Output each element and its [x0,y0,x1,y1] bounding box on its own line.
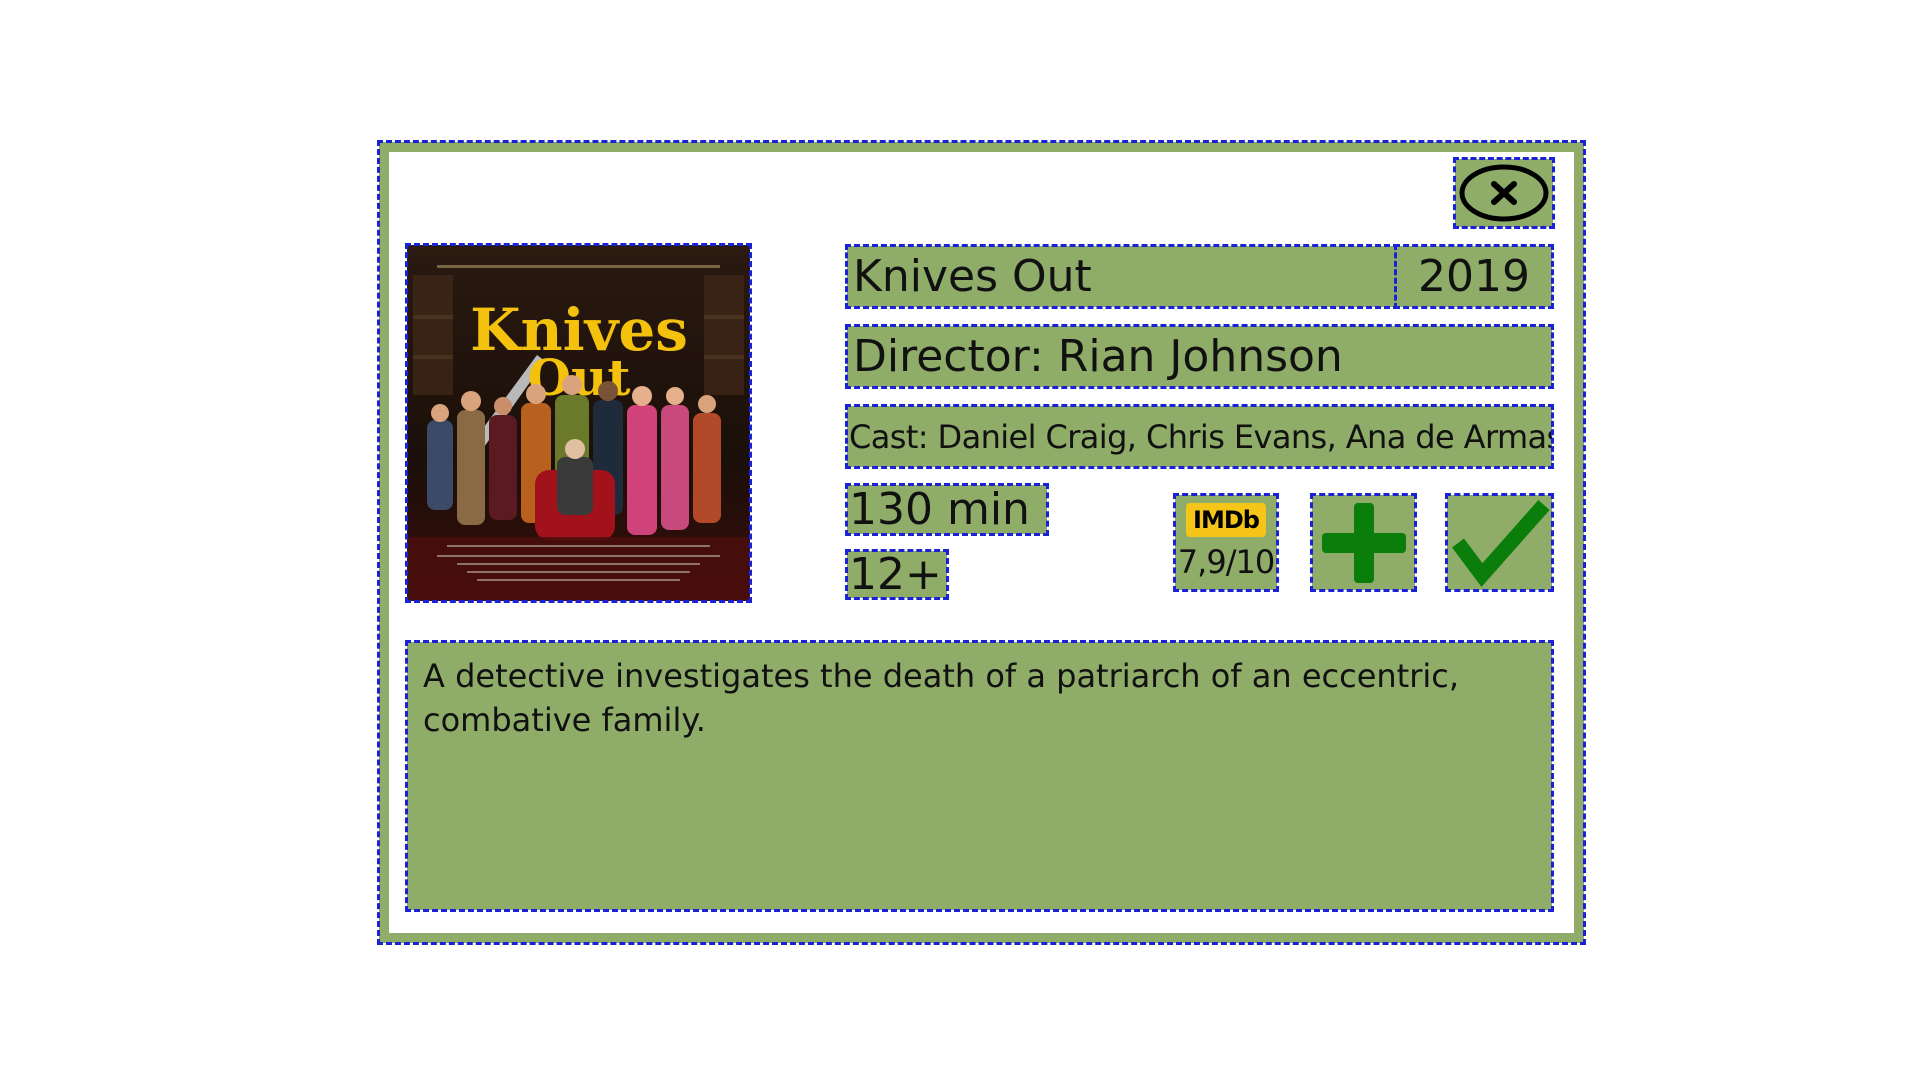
cast-field: Cast: Daniel Craig, Chris Evans, Ana de … [845,404,1554,469]
imdb-rating: 7,9/10 [1177,543,1275,581]
movie-description: A detective investigates the death of a … [423,657,1460,739]
plus-icon [1321,502,1406,583]
year-field: 2019 [1394,244,1554,309]
age-rating-field: 12+ [845,549,949,600]
description-box: A detective investigates the death of a … [405,640,1554,912]
close-icon [1459,164,1549,222]
movie-runtime: 130 min [849,485,1030,534]
movie-title: Knives Out [853,251,1092,302]
title-field: Knives Out [845,244,1399,309]
movie-director: Director: Rian Johnson [853,331,1343,382]
runtime-field: 130 min [845,483,1049,536]
mark-watched-button[interactable] [1445,493,1554,592]
checkmark-icon [1451,499,1550,587]
movie-year: 2019 [1418,251,1530,302]
movie-cast: Cast: Daniel Craig, Chris Evans, Ana de … [849,417,1552,456]
imdb-rating-box[interactable]: IMDb 7,9/10 [1173,493,1279,592]
add-to-list-button[interactable] [1310,493,1417,592]
poster-image: Knives Out [407,245,750,601]
close-button[interactable] [1453,157,1555,229]
movie-age-rating: 12+ [849,551,942,598]
director-field: Director: Rian Johnson [845,324,1554,389]
imdb-logo-icon: IMDb [1186,503,1266,537]
movie-poster: Knives Out [405,243,752,603]
